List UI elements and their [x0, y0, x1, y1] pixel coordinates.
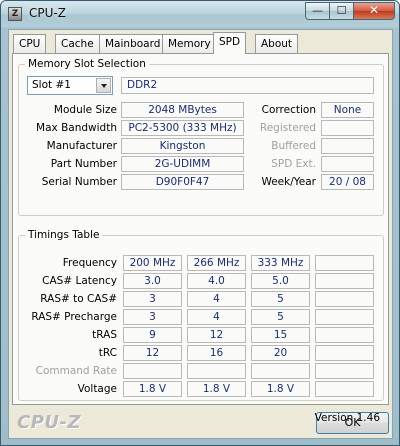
- timing-cell: 16: [187, 345, 246, 361]
- slot-select[interactable]: Slot #1: [27, 76, 113, 95]
- timing-cell: 4: [187, 291, 246, 307]
- max-bandwidth-label: Max Bandwidth: [36, 122, 117, 134]
- title-bar[interactable]: Z CPU-Z — ☐ ✕: [1, 1, 399, 27]
- timing-row-label: RAS# to CAS#: [40, 293, 117, 305]
- timing-cell: [187, 363, 246, 379]
- timings-legend: Timings Table: [25, 229, 103, 241]
- tab-about[interactable]: About: [255, 34, 299, 53]
- timing-row-label: CAS# Latency: [42, 275, 117, 287]
- timing-cell: 12: [123, 345, 182, 361]
- timing-cell: 5: [251, 309, 310, 325]
- manufacturer-label: Manufacturer: [46, 140, 117, 152]
- tab-cache[interactable]: Cache: [55, 34, 100, 53]
- part-number-label: Part Number: [50, 158, 117, 170]
- memory-type-field: DDR2: [121, 77, 374, 94]
- serial-number-label: Serial Number: [41, 176, 117, 188]
- buffered-label: Buffered: [271, 140, 316, 152]
- module-size-label: Module Size: [53, 104, 117, 116]
- timing-cell: 4.0: [187, 273, 246, 289]
- timings-group: Timings Table Frequency 200 MHz 266 MHz 333…: [18, 229, 384, 401]
- version-label: Version 1.46: [314, 412, 380, 424]
- timing-cell: 9: [123, 327, 182, 343]
- timing-cell: 4: [187, 309, 246, 325]
- timing-cell: [315, 273, 374, 289]
- window-title: CPU-Z: [29, 6, 66, 20]
- timing-row-label: RAS# Precharge: [31, 311, 117, 323]
- max-bandwidth-field: PC2-5300 (333 MHz): [121, 120, 244, 136]
- slot-select-value: Slot #1: [32, 79, 71, 91]
- timing-cell: 1.8 V: [251, 381, 310, 397]
- cpuz-logo: CPU-Z: [17, 412, 82, 433]
- memory-slot-group: Memory Slot Selection Slot #1 DDR2 Modul…: [18, 58, 384, 216]
- timing-cell: [315, 309, 374, 325]
- timing-cell: 3: [123, 309, 182, 325]
- timing-cell: 15: [251, 327, 310, 343]
- chevron-down-icon[interactable]: [96, 78, 111, 93]
- correction-field: None: [321, 102, 374, 118]
- client-area: CPU Cache Mainboard Memory SPD About Mem…: [8, 29, 393, 439]
- tab-spd[interactable]: SPD: [213, 32, 247, 54]
- timing-cell: 12: [187, 327, 246, 343]
- cpuz-app-icon: Z: [8, 7, 22, 21]
- timing-cell: [315, 381, 374, 397]
- buffered-field: [321, 138, 374, 154]
- registered-field: [321, 120, 374, 136]
- timing-cell: 200 MHz: [123, 255, 182, 271]
- timing-cell: [315, 291, 374, 307]
- minimize-button[interactable]: —: [305, 2, 330, 20]
- serial-number-field: D90F0F47: [121, 174, 244, 190]
- timing-cell: 266 MHz: [187, 255, 246, 271]
- timing-row-label: Voltage: [77, 383, 117, 395]
- timing-row-label: tRC: [98, 347, 117, 359]
- timing-cell: [123, 363, 182, 379]
- timing-cell: 1.8 V: [123, 381, 182, 397]
- spd-ext-field: [321, 156, 374, 172]
- timing-cell: 3.0: [123, 273, 182, 289]
- correction-label: Correction: [261, 104, 316, 116]
- close-button[interactable]: ✕: [353, 2, 395, 20]
- timing-cell: 1.8 V: [187, 381, 246, 397]
- spd-panel: Memory Slot Selection Slot #1 DDR2 Modul…: [12, 53, 389, 424]
- timing-cell: 333 MHz: [251, 255, 310, 271]
- registered-label: Registered: [259, 122, 316, 134]
- timing-cell: [315, 327, 374, 343]
- tab-mainboard[interactable]: Mainboard: [99, 34, 167, 53]
- manufacturer-field: Kingston: [121, 138, 244, 154]
- timing-cell: 5: [251, 291, 310, 307]
- timing-cell: [251, 363, 310, 379]
- cpuz-window: Z CPU-Z — ☐ ✕ CPU Cache Mainboard Memory…: [0, 0, 400, 446]
- timing-row-label: Frequency: [62, 257, 117, 269]
- timing-cell: 20: [251, 345, 310, 361]
- week-year-label: Week/Year: [261, 176, 316, 188]
- memory-slot-legend: Memory Slot Selection: [25, 58, 149, 70]
- timing-cell: 3: [123, 291, 182, 307]
- spd-ext-label: SPD Ext.: [271, 158, 316, 170]
- tab-memory[interactable]: Memory: [162, 34, 217, 53]
- timing-cell: 5.0: [251, 273, 310, 289]
- module-size-field: 2048 MBytes: [121, 102, 244, 118]
- week-year-field: 20 / 08: [321, 174, 374, 190]
- maximize-button[interactable]: ☐: [329, 2, 354, 20]
- timing-row-label: Command Rate: [35, 365, 117, 377]
- timing-row-label: tRAS: [92, 329, 117, 341]
- timing-cell: [315, 345, 374, 361]
- part-number-field: 2G-UDIMM: [121, 156, 244, 172]
- timing-cell: [315, 255, 374, 271]
- timing-cell: [315, 363, 374, 379]
- tab-cpu[interactable]: CPU: [13, 34, 47, 53]
